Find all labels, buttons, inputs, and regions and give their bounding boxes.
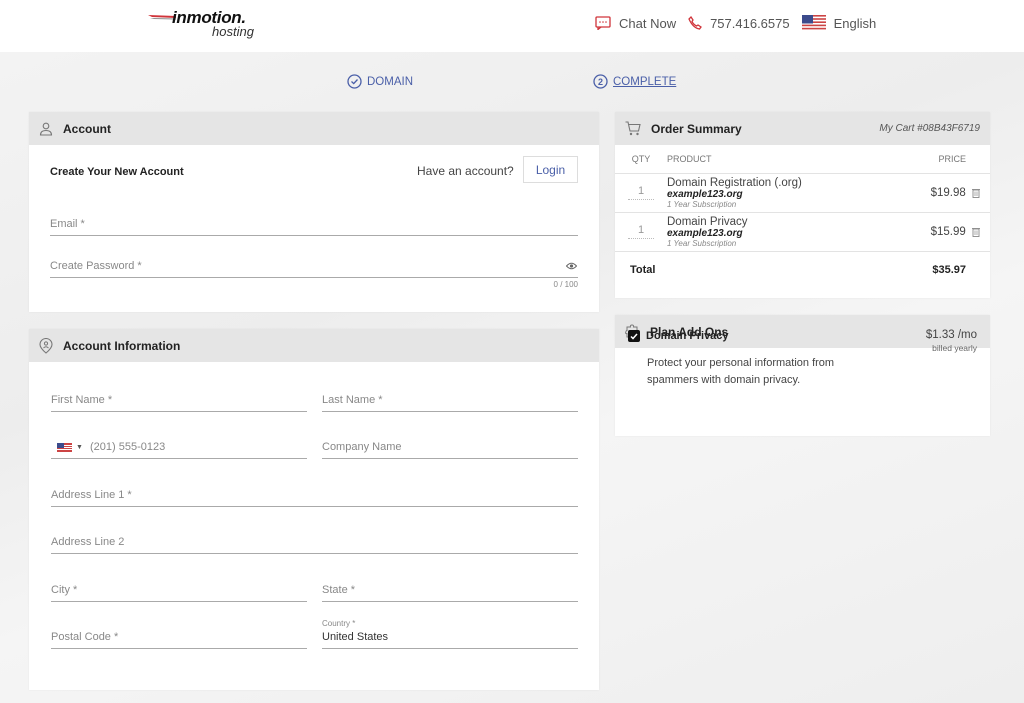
state-label: State * (322, 584, 356, 596)
country-field[interactable]: Country * United States (322, 619, 578, 649)
trash-icon[interactable] (972, 227, 980, 237)
user-icon (39, 122, 53, 136)
logo-sub: hosting (212, 24, 254, 39)
cart-icon (625, 121, 641, 136)
country-label: Country * (322, 619, 356, 628)
order-row: 1 Domain Registration (.org) example123.… (615, 173, 990, 213)
account-info-header: Account Information (29, 329, 599, 362)
logo[interactable]: inmotion. hosting (148, 8, 263, 40)
phone-link[interactable]: 757.416.6575 (688, 16, 790, 31)
top-bar: inmotion. hosting Chat Now 757.416.6575 … (0, 0, 1024, 52)
chevron-down-icon: ▼ (76, 444, 83, 451)
addon-price: $1.33 /mo (925, 329, 977, 341)
address1-label: Address Line 1 * (51, 489, 132, 501)
checkout-steps: DOMAIN 2 COMPLETE (347, 74, 687, 92)
addon-domain-privacy[interactable]: Domain Privacy (628, 330, 729, 342)
last-name-label: Last Name * (322, 394, 383, 406)
state-field[interactable]: State * (322, 580, 578, 602)
step-complete-label: COMPLETE (613, 75, 677, 88)
step-complete[interactable]: 2 COMPLETE (593, 74, 676, 89)
address2-label: Address Line 2 (51, 536, 125, 548)
first-name-label: First Name * (51, 394, 113, 406)
address1-field[interactable]: Address Line 1 * (51, 485, 578, 507)
order-summary-header: Order Summary My Cart #08B43F6719 (615, 112, 990, 145)
number-2-circle-icon: 2 (593, 74, 608, 89)
check-circle-icon (347, 74, 362, 89)
first-name-field[interactable]: First Name * (51, 390, 307, 412)
password-label: Create Password * (50, 260, 142, 272)
product-term: 1 Year Subscription (667, 238, 737, 248)
product-price: $19.98 (930, 186, 966, 199)
account-header: Account (29, 112, 599, 145)
addon-name: Domain Privacy (646, 330, 729, 342)
email-field[interactable]: Email * (50, 214, 578, 236)
order-summary-title: Order Summary (651, 121, 742, 136)
language-selector[interactable]: English (801, 15, 877, 31)
postal-code-field[interactable]: Postal Code * (51, 627, 307, 649)
trash-icon[interactable] (972, 188, 980, 198)
product-name: Domain Registration (.org) (667, 176, 802, 189)
order-summary-card: Order Summary My Cart #08B43F6719 QTY PR… (615, 112, 990, 298)
company-field[interactable]: Company Name (322, 437, 578, 459)
password-field[interactable]: Create Password * (50, 256, 578, 278)
addon-description: Protect your personal information from s… (647, 357, 835, 386)
product-domain: example123.org (667, 188, 743, 200)
account-title: Account (63, 121, 111, 136)
phone-placeholder: (201) 555-0123 (90, 441, 166, 453)
phone-field[interactable]: ▼ (201) 555-0123 (51, 437, 307, 459)
account-card: Account Create Your New Account Have an … (29, 112, 599, 312)
total-label: Total (630, 263, 656, 276)
login-button[interactable]: Login (523, 156, 578, 183)
address2-field[interactable]: Address Line 2 (51, 532, 578, 554)
city-label: City * (51, 584, 78, 596)
create-account-subtitle: Create Your New Account (50, 166, 184, 178)
language-label: English (833, 15, 877, 31)
product-name: Domain Privacy (667, 215, 748, 228)
plan-addons-card: Plan Add Ons Domain Privacy $1.33 /mo bi… (615, 315, 990, 436)
order-row: 1 Domain Privacy example123.org 1 Year S… (615, 212, 990, 252)
addon-price-block: $1.33 /mo billed yearly (926, 329, 977, 353)
product-term: 1 Year Subscription (667, 199, 737, 209)
cart-id: My Cart #08B43F6719 (879, 123, 980, 134)
last-name-field[interactable]: Last Name * (322, 390, 578, 412)
city-field[interactable]: City * (51, 580, 307, 602)
location-pin-icon (39, 337, 53, 354)
addon-checkbox[interactable] (628, 330, 640, 342)
password-counter: 0 / 100 (553, 280, 578, 289)
country-code-selector[interactable]: ▼ (57, 443, 83, 452)
phone-number: 757.416.6575 (710, 15, 790, 31)
chat-now-label: Chat Now (619, 15, 677, 31)
checkmark-icon (630, 333, 638, 340)
chat-now-link[interactable]: Chat Now (595, 16, 676, 31)
country-value: United States (322, 631, 389, 643)
show-password-icon[interactable] (566, 262, 577, 270)
product-header: PRODUCT (667, 145, 892, 174)
qty-header: QTY (615, 145, 667, 174)
total-value: $35.97 (932, 263, 966, 276)
account-info-title: Account Information (63, 338, 181, 353)
svg-text:2: 2 (598, 77, 603, 87)
product-domain: example123.org (667, 227, 743, 239)
company-label: Company Name (322, 441, 402, 453)
step-domain-label: DOMAIN (367, 75, 413, 88)
us-flag-icon (57, 443, 72, 452)
qty-input[interactable]: 1 (628, 185, 654, 200)
qty-input[interactable]: 1 (628, 224, 654, 239)
price-header: PRICE (891, 145, 990, 174)
addon-billing: billed yearly (932, 343, 977, 353)
email-label: Email * (50, 218, 85, 230)
chat-icon (595, 16, 611, 30)
have-account-text: Have an account? (417, 164, 514, 178)
step-domain[interactable]: DOMAIN (347, 74, 413, 89)
phone-icon (688, 16, 703, 30)
postal-code-label: Postal Code * (51, 631, 119, 643)
total-row: Total $35.97 (615, 251, 990, 288)
product-price: $15.99 (930, 225, 966, 238)
order-table: QTY PRODUCT PRICE 1 Domain Registration … (615, 145, 990, 288)
account-info-card: Account Information First Name * Last Na… (29, 329, 599, 690)
us-flag-icon (801, 15, 826, 31)
